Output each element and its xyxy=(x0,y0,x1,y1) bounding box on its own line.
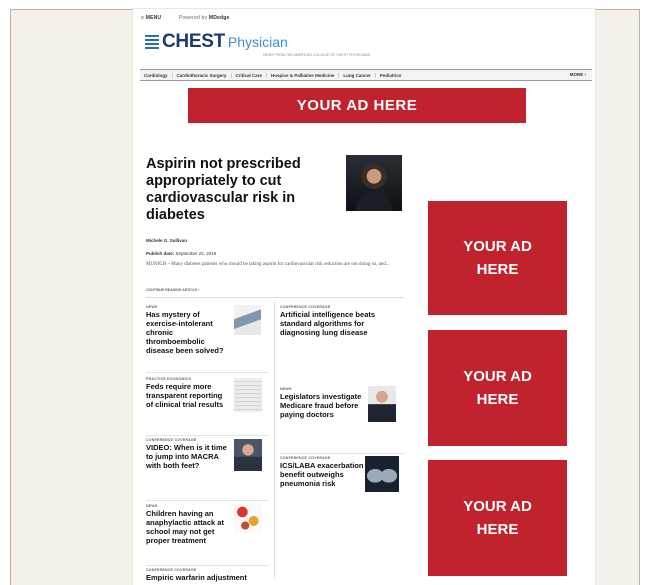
featured-date: Publish date: September 22, 2016 xyxy=(146,251,216,256)
article-card[interactable]: CONFERENCE COVERAGE VIDEO: When is it ti… xyxy=(146,438,231,470)
article-category: NEWS xyxy=(146,504,158,508)
nav-item-cardiology[interactable]: Cardiology xyxy=(140,72,173,78)
article-card[interactable]: CONFERENCE COVERAGE ICS/LABA exacerbatio… xyxy=(280,456,365,488)
legislator-thumbnail[interactable] xyxy=(368,386,396,422)
nav-item-critical-care[interactable]: Critical Care xyxy=(232,72,268,78)
article-title[interactable]: VIDEO: When is it time to jump into MACR… xyxy=(146,443,231,470)
nav-item-cardiothoracic-surgery[interactable]: Cardiothoracic Surgery xyxy=(173,72,232,78)
nav-item-lung-cancer[interactable]: Lung Cancer xyxy=(339,72,376,78)
article-title[interactable]: Empiric warfarin adjustment xyxy=(146,573,261,582)
article-card[interactable]: CONFERENCE COVERAGE Artificial intellige… xyxy=(280,305,405,337)
speaker-thumbnail[interactable] xyxy=(234,439,262,471)
main-nav: Cardiology Cardiothoracic Surgery Critic… xyxy=(140,69,592,81)
top-bar: ≡ MENU Powered by MDedge xyxy=(141,15,229,21)
logo-stripes-icon xyxy=(145,35,159,49)
column-divider xyxy=(274,301,275,579)
doctor-thumbnail[interactable] xyxy=(234,305,261,335)
divider xyxy=(146,500,268,501)
nav-item-pediatrics[interactable]: Pediatrics xyxy=(376,73,406,78)
lung-xray-thumbnail[interactable] xyxy=(365,456,399,492)
article-category: PRACTICE ECONOMICS xyxy=(146,377,192,381)
featured-headline[interactable]: Aspirin not prescribed appropriately to … xyxy=(146,156,331,224)
mdedge-link[interactable]: MDedge xyxy=(209,15,230,21)
food-allergy-thumbnail[interactable] xyxy=(234,503,262,533)
logo-chest-text: CHEST xyxy=(162,31,225,52)
nav-item-hospice[interactable]: Hospice & Palliative Medicine xyxy=(267,72,340,78)
article-card[interactable]: PRACTICE ECONOMICS Feds require more tra… xyxy=(146,377,231,409)
document-thumbnail[interactable] xyxy=(234,378,262,412)
article-card[interactable]: CONFERENCE COVERAGE Empiric warfarin adj… xyxy=(146,568,261,582)
ad-banner-top[interactable]: YOUR AD HERE xyxy=(188,88,526,123)
divider xyxy=(280,453,404,454)
article-category: CONFERENCE COVERAGE xyxy=(280,456,331,460)
article-title[interactable]: Legislators investigate Medicare fraud b… xyxy=(280,392,365,419)
ad-side-3[interactable]: YOUR AD HERE xyxy=(428,460,567,576)
site-logo[interactable]: CHEST Physician xyxy=(145,30,288,54)
nav-more-button[interactable]: MORE › xyxy=(570,72,586,77)
menu-button[interactable]: ≡ MENU xyxy=(141,15,161,21)
divider xyxy=(146,297,404,298)
article-title[interactable]: ICS/LABA exacerbation benefit outweighs … xyxy=(280,461,365,488)
logo-tagline: NEWS FROM THE AMERICAN COLLEGE OF CHEST … xyxy=(263,53,371,57)
continue-reading-link[interactable]: CONTINUE READING ARTICLE › xyxy=(146,288,200,292)
article-category: CONFERENCE COVERAGE xyxy=(146,438,197,442)
article-category: CONFERENCE COVERAGE xyxy=(146,568,197,572)
date-value: September 22, 2016 xyxy=(175,251,217,256)
divider xyxy=(146,565,268,566)
article-title[interactable]: Feds require more transparent reporting … xyxy=(146,382,231,409)
article-card[interactable]: NEWS Has mystery of exercise-intolerant … xyxy=(146,305,231,355)
ad-side-1[interactable]: YOUR AD HERE xyxy=(428,201,567,315)
webpage: ≡ MENU Powered by MDedge CHEST Physician… xyxy=(133,9,595,585)
article-card[interactable]: NEWS Children having an anaphylactic att… xyxy=(146,504,231,545)
divider xyxy=(146,435,268,436)
article-card[interactable]: NEWS Legislators investigate Medicare fr… xyxy=(280,387,365,419)
article-title[interactable]: Artificial intelligence beats standard a… xyxy=(280,310,405,337)
article-category: NEWS xyxy=(280,387,292,391)
article-title[interactable]: Has mystery of exercise-intolerant chron… xyxy=(146,310,231,355)
featured-image[interactable] xyxy=(346,155,402,211)
article-category: CONFERENCE COVERAGE xyxy=(280,305,331,309)
featured-teaser: MUNICH – Many diabetes patients who shou… xyxy=(146,262,390,267)
ad-side-2[interactable]: YOUR AD HERE xyxy=(428,330,567,446)
article-category: NEWS xyxy=(146,305,158,309)
powered-by-label: Powered by xyxy=(178,15,208,21)
article-title[interactable]: Children having an anaphylactic attack a… xyxy=(146,509,231,545)
featured-byline: Michele G. Sullivan xyxy=(146,238,188,243)
logo-physician-text: Physician xyxy=(227,34,288,50)
date-label: Publish date: xyxy=(146,251,175,256)
divider xyxy=(146,372,268,373)
